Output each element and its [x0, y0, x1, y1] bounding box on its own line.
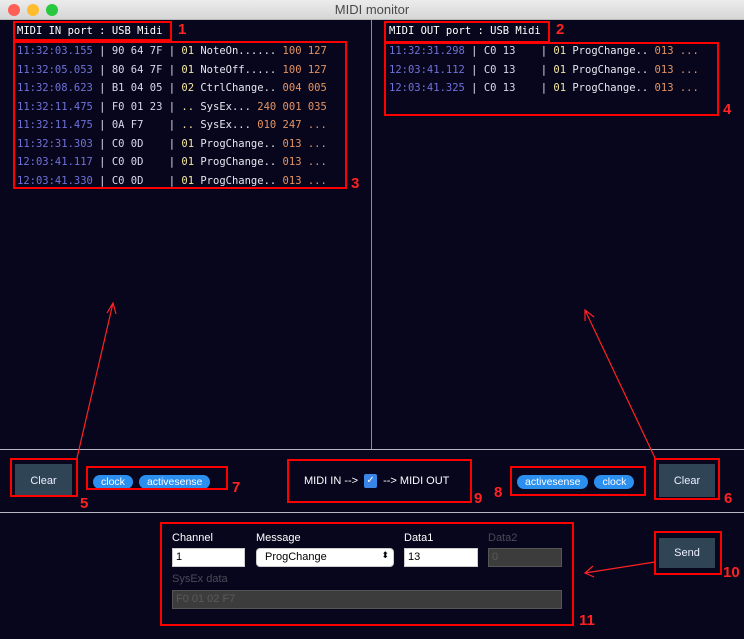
annotation-arrows: [76, 301, 656, 578]
